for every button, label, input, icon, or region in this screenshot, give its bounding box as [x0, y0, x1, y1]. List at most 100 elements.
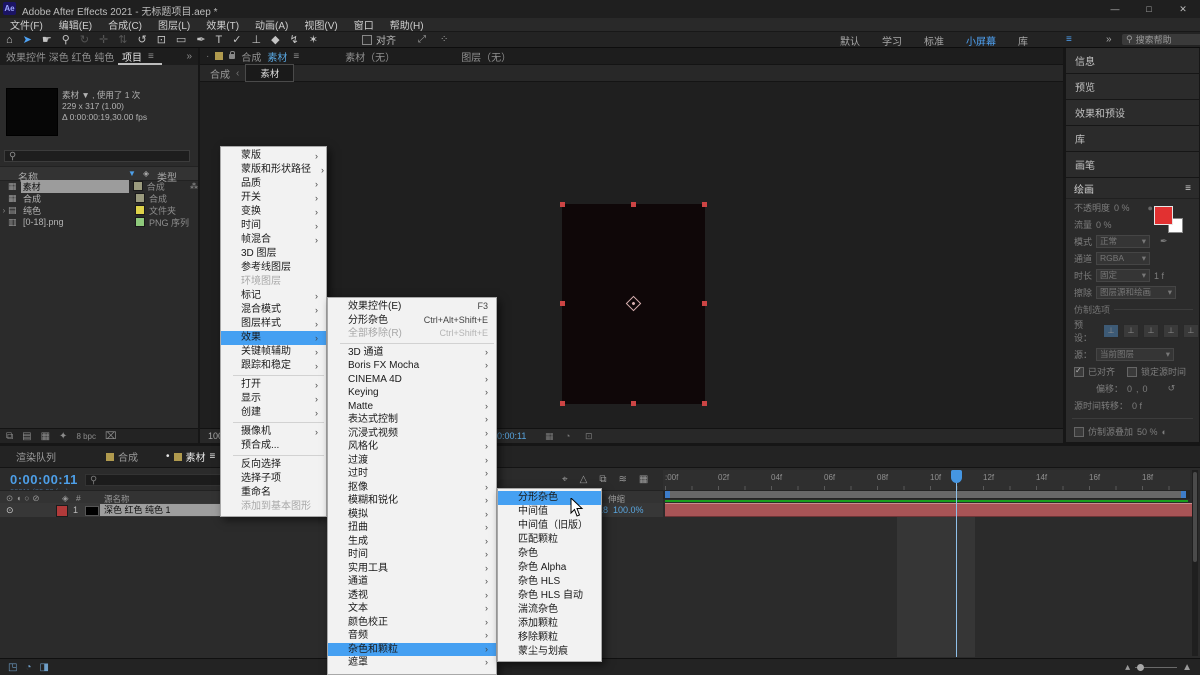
work-area-start-handle[interactable] — [665, 491, 670, 498]
layer-label-color[interactable] — [56, 505, 68, 517]
interpret-footage-icon[interactable]: ⧉ — [6, 431, 13, 442]
clone-preset-1[interactable]: ⊥ — [1103, 324, 1120, 338]
tag-icon[interactable]: ◈ — [143, 169, 149, 178]
offset-y[interactable]: 0 — [1143, 384, 1148, 394]
snap-toggle[interactable]: 对齐 — [361, 32, 396, 47]
context-menu-item[interactable]: 变换 › — [221, 205, 326, 219]
menu-bar-item[interactable]: 效果(T) — [206, 17, 239, 32]
brush-tool[interactable]: ✓ — [232, 33, 241, 47]
home-icon[interactable]: ⌂ — [6, 33, 13, 47]
context-menu-item[interactable]: 开关 › — [221, 191, 326, 205]
clone-preset-2[interactable]: ⊥ — [1123, 324, 1140, 338]
roto-brush-tool[interactable]: ↯ — [290, 33, 299, 47]
clone-preset-4[interactable]: ⊥ — [1163, 324, 1180, 338]
submenu-item[interactable]: 中间值（旧版） — [498, 519, 601, 533]
project-search-input[interactable]: ⚲ — [4, 150, 190, 162]
pan-camera-tool[interactable]: ✛ — [99, 33, 108, 47]
tab-footage[interactable]: 素材 — [267, 49, 287, 64]
handle-top-right[interactable] — [702, 202, 707, 207]
submenu-item[interactable]: 3D 通道 › — [328, 346, 496, 360]
submenu-item[interactable]: CINEMA 4D › — [328, 373, 496, 387]
context-menu-item[interactable]: 蒙版 › — [221, 149, 326, 163]
label-color-swatch[interactable] — [135, 205, 145, 215]
current-time-display[interactable]: 0:00:00:11 — [10, 472, 78, 487]
submenu-item[interactable]: 全部移除(R) Ctrl+Shift+E — [328, 327, 496, 341]
submenu-item[interactable]: 通道 › — [328, 575, 496, 589]
submenu-item[interactable]: 模糊和锐化 › — [328, 494, 496, 508]
exposure-icon[interactable]: ⊡ — [585, 431, 593, 442]
eraser-tool[interactable]: ◆ — [271, 33, 279, 47]
handle-top-center[interactable] — [631, 202, 636, 207]
menu-bar-item[interactable]: 合成(C) — [108, 17, 142, 32]
submenu-item[interactable]: 时间 › — [328, 548, 496, 562]
submenu-item[interactable]: 风格化 › — [328, 440, 496, 454]
context-menu-item[interactable]: 反向选择 — [221, 458, 326, 472]
tab-layer-none[interactable]: 图层（无） — [461, 49, 511, 64]
submenu-item[interactable]: 沉浸式视频 › — [328, 427, 496, 441]
layer-stretch[interactable]: 100.0% — [613, 505, 644, 515]
tab-footage-none[interactable]: 素材（无） — [345, 49, 395, 64]
zoom-slider[interactable] — [1135, 663, 1178, 671]
context-menu-item[interactable]: 打开 › — [221, 378, 326, 392]
clone-preset-3[interactable]: ⊥ — [1143, 324, 1160, 338]
panel-menu-icon[interactable]: ≡ — [293, 51, 299, 62]
context-menu-item[interactable]: 蒙版和形状路径 › — [221, 163, 326, 177]
context-menu-item[interactable]: 图层样式 › — [221, 317, 326, 331]
submenu-item[interactable]: 杂色 HLS 自动 — [498, 589, 601, 603]
pen-tool[interactable]: ✒ — [196, 33, 205, 47]
channel-dropdown[interactable]: RGBA ▾ — [1096, 252, 1151, 265]
collapsed-panel-tab[interactable]: 画笔 — [1066, 152, 1199, 177]
submenu-item[interactable]: 扭曲 › — [328, 521, 496, 535]
clone-stamp-tool[interactable]: ⊥ — [251, 33, 261, 47]
menu-bar-item[interactable]: 动画(A) — [255, 17, 288, 32]
time-ruler[interactable]: :00f 02f 04f 06f 08f 10f 12f 14f 16f 18f — [663, 470, 1190, 491]
work-area-bar[interactable] — [665, 491, 1186, 498]
workspace-overflow-icon[interactable]: » — [1106, 34, 1112, 45]
timeline-toolbar-icon[interactable]: ⌖ — [562, 474, 568, 485]
submenu-item[interactable]: 添加颗粒 — [498, 617, 601, 631]
clone-overlay-value[interactable]: 50 % — [1137, 427, 1158, 437]
tab-footage-timeline[interactable]: • 素材 ≡ — [166, 449, 215, 464]
label-color-swatch[interactable] — [135, 193, 145, 203]
menu-bar-item[interactable]: 文件(F) — [10, 17, 43, 32]
timeline-toolbar-icon[interactable]: ⧉ — [599, 474, 606, 485]
submenu-item[interactable]: 湍流杂色 — [498, 603, 601, 617]
submenu-item[interactable]: 效果控件(E) F3 — [328, 300, 496, 314]
context-menu-item[interactable]: 重命名 — [221, 486, 326, 500]
submenu-item[interactable]: 分形杂色 — [498, 491, 601, 505]
submenu-item[interactable]: 音频 › — [328, 629, 496, 643]
context-menu-item[interactable]: 添加到基本图形 — [221, 500, 326, 514]
menu-bar-item[interactable]: 帮助(H) — [390, 17, 424, 32]
rect-tool[interactable]: ▭ — [176, 33, 186, 47]
submenu-item[interactable]: 颜色校正 › — [328, 616, 496, 630]
solid-layer[interactable] — [560, 202, 707, 406]
context-menu-item[interactable]: 3D 图层 — [221, 247, 326, 261]
puppet-pin-tool[interactable]: ✶ — [309, 33, 318, 47]
breadcrumb-comp[interactable]: 合成 — [210, 66, 230, 81]
context-menu-item[interactable]: 标记 › — [221, 289, 326, 303]
toolbar-extra-icon[interactable]: ⤢ — [418, 34, 426, 45]
lock-source-time-checkbox[interactable] — [1127, 366, 1138, 377]
collapsed-panel-tab[interactable]: 效果和预设 — [1066, 100, 1199, 125]
context-menu-item[interactable]: 参考线图层 — [221, 261, 326, 275]
collapsed-panel-tab[interactable]: 信息 — [1066, 48, 1199, 73]
new-comp-icon[interactable]: ▦ — [41, 431, 50, 442]
selection-tool[interactable]: ➤ — [23, 33, 32, 47]
tab-render-queue[interactable]: 渲染队列 — [16, 449, 56, 464]
item-name[interactable]: [0-18].png — [21, 217, 131, 227]
menu-bar-item[interactable]: 窗口 — [354, 17, 374, 32]
duration-dropdown[interactable]: 固定 ▾ — [1096, 269, 1151, 282]
dolly-camera-tool[interactable]: ⇅ — [118, 33, 127, 47]
mode-dropdown[interactable]: 正常 ▾ — [1096, 235, 1151, 248]
submenu-item[interactable]: 移除颗粒 — [498, 631, 601, 645]
clone-overlay-checkbox[interactable] — [1074, 426, 1084, 437]
number-column-icon[interactable]: # — [76, 493, 81, 503]
collapsed-panel-tab[interactable]: 库 — [1066, 126, 1199, 151]
workspace-menu-icon[interactable]: ≡ — [1066, 34, 1072, 45]
help-search[interactable]: ⚲ 搜索帮助 — [1122, 34, 1200, 45]
camera-tool[interactable]: ⊡ — [157, 33, 166, 47]
submenu-item[interactable]: 匹配颗粒 — [498, 533, 601, 547]
submenu-item[interactable]: 生成 › — [328, 535, 496, 549]
project-item-row[interactable]: ▦ 合成 合成 — [0, 192, 198, 204]
close-button[interactable]: ✕ — [1166, 0, 1200, 18]
